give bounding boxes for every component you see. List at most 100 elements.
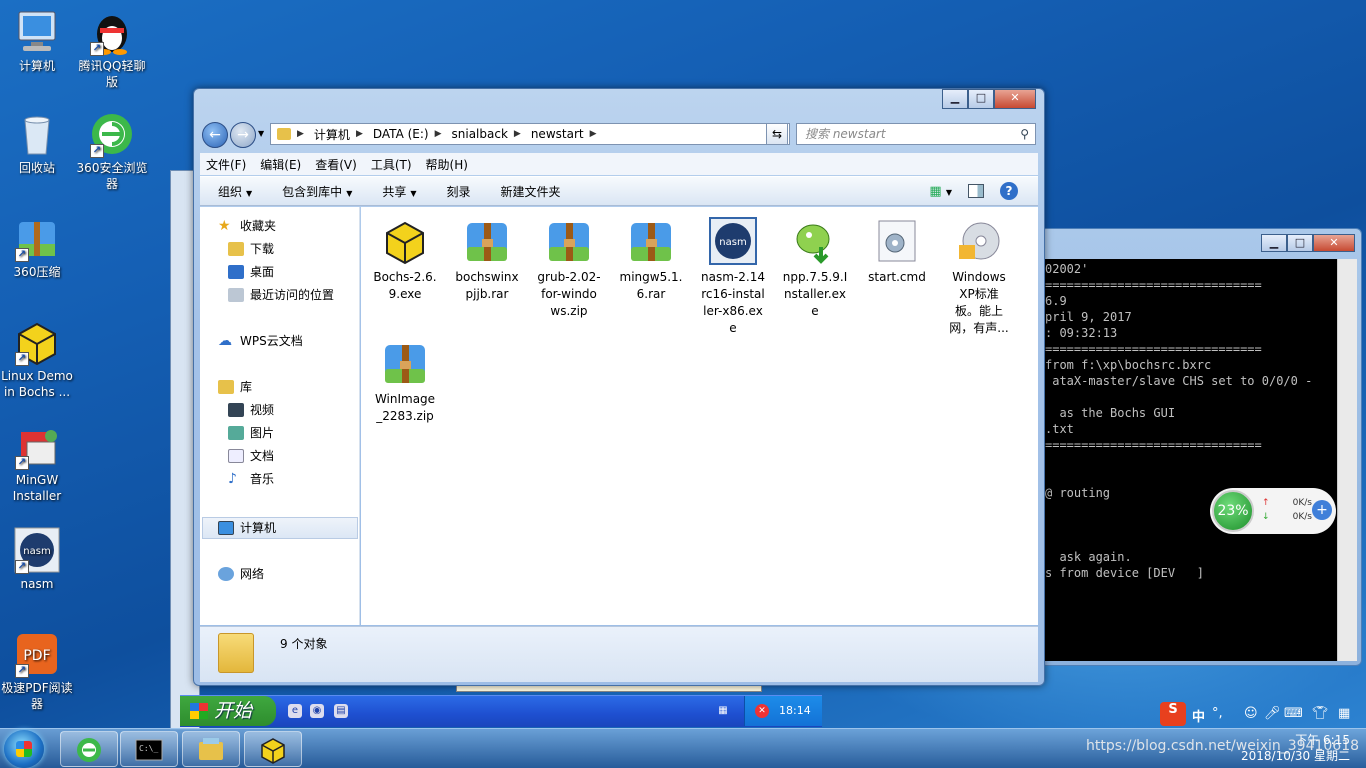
desktop-icon-pdf-reader[interactable]: PDF ↗ 极速PDF阅读器 xyxy=(0,630,74,712)
nav-favorites[interactable]: ★ 收藏夹 xyxy=(218,217,276,235)
toolbox-icon[interactable]: ▦ xyxy=(1338,706,1350,721)
keyboard-icon[interactable]: ⌨ xyxy=(1284,706,1303,721)
nav-network[interactable]: 网络 xyxy=(218,565,264,583)
file-list[interactable]: Bochs-2.6. 9.exe bochswinx pjjb.rar grub-2.0… xyxy=(361,207,1038,625)
taskbar-bochs[interactable] xyxy=(244,731,302,767)
file-item[interactable]: nasm nasm-2.14 rc16-instal ler-x86.ex e xyxy=(699,217,767,337)
desktop-icon-computer[interactable]: 计算机 xyxy=(0,8,74,74)
menu-edit[interactable]: 编辑(E) xyxy=(260,156,301,173)
forward-button[interactable]: → xyxy=(230,122,256,148)
nav-downloads[interactable]: 下载 xyxy=(228,240,274,258)
taskbar-clock[interactable]: 下午 6:15 2018/10/30 星期二 xyxy=(1241,732,1350,764)
desktop-icon-linux-demo[interactable]: ↗ Linux Demo in Bochs ... xyxy=(0,318,74,400)
explorer-window[interactable]: ▁ □ ✕ ← → ▼ ▶ 计算机 ▶ DATA (E:) ▶ snialbac… xyxy=(193,88,1045,686)
nav-computer[interactable]: 计算机 xyxy=(218,519,276,537)
speed-widget-plus-icon[interactable]: + xyxy=(1312,500,1332,520)
taskbar-console[interactable]: C:\_ xyxy=(120,731,178,767)
xp-start-button[interactable]: 开始 xyxy=(180,696,276,726)
desktop-icon-360-browser[interactable]: ↗ 360安全浏览器 xyxy=(75,110,149,192)
file-item[interactable]: Windows XP标准 板。能上 网，有声... xyxy=(945,217,1013,337)
file-item[interactable]: npp.7.5.9.I nstaller.ex e xyxy=(781,217,849,320)
xp-ie-icon[interactable]: e xyxy=(288,704,302,718)
file-item[interactable]: bochswinx pjjb.rar xyxy=(453,217,521,303)
breadcrumb-chevron-icon[interactable]: ▶ xyxy=(356,129,363,139)
burn-button[interactable]: 刻录 xyxy=(447,183,471,200)
xp-keyboard-icon[interactable]: ▦ xyxy=(716,704,730,718)
breadcrumb-chevron-icon[interactable]: ▶ xyxy=(590,129,597,139)
search-input[interactable]: 搜索 newstart ⚲ xyxy=(796,123,1036,145)
preview-pane-icon[interactable] xyxy=(968,184,984,198)
address-bar[interactable]: ▶ 计算机 ▶ DATA (E:) ▶ snialback ▶ newstart… xyxy=(270,123,790,145)
maximize-button[interactable]: □ xyxy=(968,89,994,109)
computer-icon xyxy=(218,521,234,535)
new-folder-button[interactable]: 新建文件夹 xyxy=(501,183,561,200)
file-item[interactable]: Bochs-2.6. 9.exe xyxy=(371,217,439,303)
file-item[interactable]: grub-2.02- for-windo ws.zip xyxy=(535,217,603,320)
include-in-library-button[interactable]: 包含到库中 ▼ xyxy=(282,183,352,200)
breadcrumb-chevron-icon[interactable]: ▶ xyxy=(435,129,442,139)
breadcrumb-chevron-icon[interactable]: ▶ xyxy=(514,129,521,139)
xp-media-icon[interactable]: ◉ xyxy=(310,704,324,718)
help-icon[interactable]: ? xyxy=(1000,182,1018,200)
recent-pages-chevron-icon[interactable]: ▼ xyxy=(258,129,264,138)
nav-pictures[interactable]: 图片 xyxy=(228,424,274,442)
console-line: s from device [DEV ] xyxy=(1045,566,1204,580)
refresh-button[interactable]: ⇆ xyxy=(766,123,788,145)
desktop-icon-360-archive[interactable]: ↗ 360压缩 xyxy=(0,214,74,280)
recent-places-icon xyxy=(228,288,244,302)
microphone-icon[interactable]: 🎤︎ xyxy=(1264,706,1281,721)
breadcrumb-snialback[interactable]: snialback xyxy=(452,127,508,141)
back-button[interactable]: ← xyxy=(202,122,228,148)
desktop-icon-label: 回收站 xyxy=(18,161,55,175)
nav-music[interactable]: ♪ 音乐 xyxy=(228,470,274,488)
xp-folder-icon[interactable]: ▤ xyxy=(334,704,348,718)
menu-help[interactable]: 帮助(H) xyxy=(426,156,468,173)
nav-recent[interactable]: 最近访问的位置 xyxy=(228,286,334,304)
punctuation-icon[interactable]: °, xyxy=(1212,706,1223,721)
ime-mode[interactable]: 中 xyxy=(1192,706,1205,725)
memory-usage-ball[interactable]: 23% xyxy=(1212,490,1254,532)
browser-360-icon xyxy=(77,738,101,762)
menu-file[interactable]: 文件(F) xyxy=(206,156,246,173)
nav-documents[interactable]: 文档 xyxy=(228,447,274,465)
xp-network-error-icon[interactable]: ✕ xyxy=(755,704,769,718)
breadcrumb-computer[interactable]: 计算机 xyxy=(314,126,350,143)
minimize-button[interactable]: ▁ xyxy=(942,89,968,109)
desktop-icon-recycle-bin[interactable]: 回收站 xyxy=(0,110,74,176)
breadcrumb-drive[interactable]: DATA (E:) xyxy=(373,127,429,141)
desktop-icon-label: 360压缩 xyxy=(13,265,61,279)
view-options-icon[interactable]: ▦ ▼ xyxy=(929,184,952,199)
skin-icon[interactable]: 👕︎ xyxy=(1312,706,1329,721)
nav-desktop[interactable]: 桌面 xyxy=(228,263,274,281)
start-button[interactable] xyxy=(4,730,44,768)
nav-label: 桌面 xyxy=(250,265,275,279)
sogou-ime-icon[interactable]: S xyxy=(1160,702,1186,726)
desktop-icon-qq[interactable]: ↗ 腾讯QQ轻聊版 xyxy=(75,8,149,90)
menu-tools[interactable]: 工具(T) xyxy=(371,156,412,173)
bochs-box-icon: ↗ xyxy=(13,318,61,366)
emoji-icon[interactable]: ☺ xyxy=(1244,706,1258,721)
breadcrumb-chevron-icon[interactable]: ▶ xyxy=(297,129,304,139)
taskbar-explorer[interactable] xyxy=(182,731,240,767)
console-scrollbar[interactable] xyxy=(1337,259,1357,661)
nav-libraries[interactable]: 库 xyxy=(218,378,252,396)
file-item[interactable]: WinImage _2283.zip xyxy=(371,339,439,425)
nav-videos[interactable]: 视频 xyxy=(228,401,274,419)
organize-button[interactable]: 组织 ▼ xyxy=(218,183,252,200)
maximize-button[interactable]: □ xyxy=(1287,234,1313,252)
close-button[interactable]: ✕ xyxy=(1313,234,1355,252)
close-button[interactable]: ✕ xyxy=(994,89,1036,109)
bochs-console-window[interactable]: ▁ □ ✕ 02002' ============================… xyxy=(1040,228,1362,666)
taskbar-360-browser[interactable] xyxy=(60,731,118,767)
installer-icon: ↗ xyxy=(13,422,61,470)
network-speed-widget[interactable]: 23% ↑ 0K/s ↓ 0K/s + xyxy=(1210,488,1336,534)
file-item[interactable]: start.cmd xyxy=(863,217,931,286)
breadcrumb-newstart[interactable]: newstart xyxy=(531,127,584,141)
nav-wps-cloud[interactable]: ☁ WPS云文档 xyxy=(218,332,303,350)
desktop-icon-nasm[interactable]: nasm ↗ nasm xyxy=(0,526,74,592)
share-button[interactable]: 共享 ▼ xyxy=(382,183,416,200)
desktop-icon-mingw[interactable]: ↗ MinGW Installer xyxy=(0,422,74,504)
file-item[interactable]: mingw5.1. 6.rar xyxy=(617,217,685,303)
minimize-button[interactable]: ▁ xyxy=(1261,234,1287,252)
menu-view[interactable]: 查看(V) xyxy=(315,156,357,173)
